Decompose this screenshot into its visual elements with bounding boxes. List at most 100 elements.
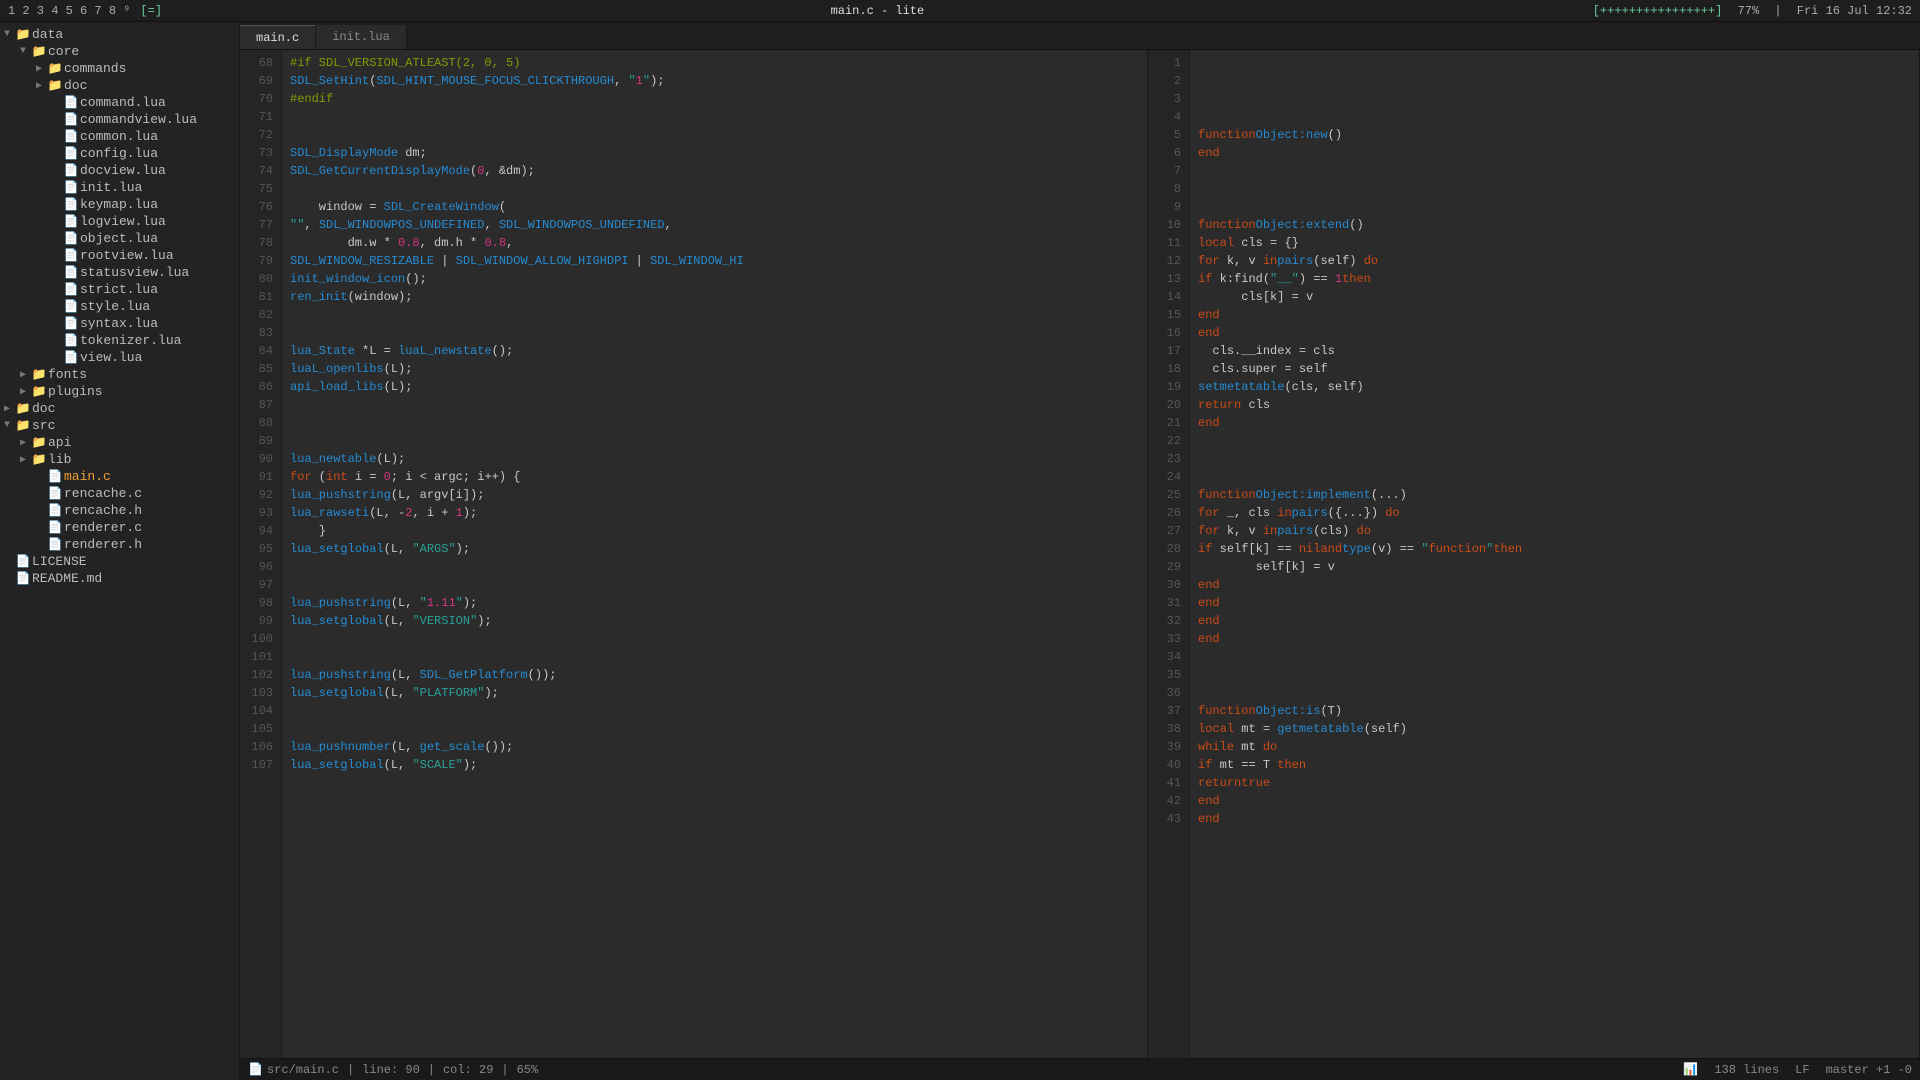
statusbar-sep2: | bbox=[428, 1063, 435, 1077]
code-line: dm.w * 0.8, dm.h * 0.8, bbox=[290, 234, 1139, 252]
line-number: 78 bbox=[244, 234, 273, 252]
code-line bbox=[1198, 162, 1911, 180]
folder-icon: 📁 bbox=[14, 418, 32, 433]
code-line: lua_setglobal(L, "PLATFORM"); bbox=[290, 684, 1139, 702]
line-number: 30 bbox=[1152, 576, 1181, 594]
code-line: end bbox=[1198, 324, 1911, 342]
file-icon: 📄 bbox=[62, 214, 80, 229]
sidebar-file-item[interactable]: 📄README.md bbox=[0, 570, 239, 587]
sidebar-folder-item[interactable]: ▼📁core bbox=[0, 43, 239, 60]
file-icon: 📄 bbox=[62, 180, 80, 195]
line-number: 19 bbox=[1152, 378, 1181, 396]
titlebar-progress: [++++++++++++++++] bbox=[1593, 4, 1723, 18]
code-line bbox=[290, 630, 1139, 648]
code-line: SDL_SetHint(SDL_HINT_MOUSE_FOCUS_CLICKTH… bbox=[290, 72, 1139, 90]
main-editor-pane: 6869707172737475767778798081828384858687… bbox=[240, 50, 1148, 1058]
code-line: end bbox=[1198, 414, 1911, 432]
code-line bbox=[1198, 684, 1911, 702]
sidebar-file-item[interactable]: 📄commandview.lua bbox=[0, 111, 239, 128]
sidebar-file-item[interactable]: 📄LICENSE bbox=[0, 553, 239, 570]
editor-tab[interactable]: init.lua bbox=[316, 25, 407, 49]
line-number: 28 bbox=[1152, 540, 1181, 558]
file-icon: 📄 bbox=[46, 537, 64, 552]
code-line bbox=[1198, 468, 1911, 486]
sidebar-folder-item[interactable]: ▶📁doc bbox=[0, 77, 239, 94]
folder-arrow: ▼ bbox=[0, 29, 14, 40]
statusbar-left: 📄 src/main.c | line: 90 | col: 29 | 65% bbox=[248, 1062, 538, 1077]
editor-tab[interactable]: main.c bbox=[240, 25, 316, 49]
tree-label: common.lua bbox=[80, 129, 239, 144]
code-line bbox=[290, 396, 1139, 414]
code-line: lua_pushnumber(L, get_scale()); bbox=[290, 738, 1139, 756]
line-number: 85 bbox=[244, 360, 273, 378]
sidebar-file-item[interactable]: 📄command.lua bbox=[0, 94, 239, 111]
line-number: 94 bbox=[244, 522, 273, 540]
sidebar-file-item[interactable]: 📄rencache.c bbox=[0, 485, 239, 502]
sidebar-file-item[interactable]: 📄tokenizer.lua bbox=[0, 332, 239, 349]
right-code-content[interactable]: function Object:new()endfunction Object:… bbox=[1190, 50, 1919, 1058]
file-icon: 📄 bbox=[46, 469, 64, 484]
code-line: init_window_icon(); bbox=[290, 270, 1139, 288]
sidebar-file-item[interactable]: 📄docview.lua bbox=[0, 162, 239, 179]
main-line-numbers: 6869707172737475767778798081828384858687… bbox=[240, 50, 282, 1058]
sidebar-file-item[interactable]: 📄common.lua bbox=[0, 128, 239, 145]
line-number: 6 bbox=[1152, 144, 1181, 162]
line-number: 91 bbox=[244, 468, 273, 486]
sidebar-file-item[interactable]: 📄rencache.h bbox=[0, 502, 239, 519]
code-line: lua_setglobal(L, "VERSION"); bbox=[290, 612, 1139, 630]
sidebar-folder-item[interactable]: ▼📁data bbox=[0, 26, 239, 43]
folder-icon: 📁 bbox=[14, 401, 32, 416]
sidebar-folder-item[interactable]: ▼📁src bbox=[0, 417, 239, 434]
sidebar-file-item[interactable]: 📄statusview.lua bbox=[0, 264, 239, 281]
line-number: 13 bbox=[1152, 270, 1181, 288]
titlebar-mode: [=] bbox=[140, 4, 162, 18]
file-tree[interactable]: ▼📁data▼📁core▶📁commands▶📁doc📄command.lua📄… bbox=[0, 22, 240, 1080]
line-number: 81 bbox=[244, 288, 273, 306]
right-editor-pane: 1234567891011121314151617181920212223242… bbox=[1148, 50, 1920, 1058]
sidebar-file-item[interactable]: 📄logview.lua bbox=[0, 213, 239, 230]
code-line: "", SDL_WINDOWPOS_UNDEFINED, SDL_WINDOWP… bbox=[290, 216, 1139, 234]
line-number: 14 bbox=[1152, 288, 1181, 306]
sidebar-file-item[interactable]: 📄keymap.lua bbox=[0, 196, 239, 213]
sidebar-folder-item[interactable]: ▶📁api bbox=[0, 434, 239, 451]
sidebar-folder-item[interactable]: ▶📁lib bbox=[0, 451, 239, 468]
line-number: 39 bbox=[1152, 738, 1181, 756]
titlebar-title: main.c - lite bbox=[831, 4, 925, 18]
code-line bbox=[290, 324, 1139, 342]
line-number: 79 bbox=[244, 252, 273, 270]
line-number: 106 bbox=[244, 738, 273, 756]
folder-icon: 📁 bbox=[30, 452, 48, 467]
sidebar-file-item[interactable]: 📄syntax.lua bbox=[0, 315, 239, 332]
sidebar-file-item[interactable]: 📄renderer.c bbox=[0, 519, 239, 536]
line-number: 70 bbox=[244, 90, 273, 108]
line-number: 35 bbox=[1152, 666, 1181, 684]
statusbar-zoom: 65% bbox=[517, 1063, 539, 1077]
sidebar-folder-item[interactable]: ▶📁commands bbox=[0, 60, 239, 77]
folder-icon: 📁 bbox=[30, 384, 48, 399]
line-number: 36 bbox=[1152, 684, 1181, 702]
code-line bbox=[290, 720, 1139, 738]
line-number: 9 bbox=[1152, 198, 1181, 216]
sidebar-folder-item[interactable]: ▶📁plugins bbox=[0, 383, 239, 400]
folder-arrow: ▼ bbox=[16, 46, 30, 57]
sidebar-file-item[interactable]: 📄config.lua bbox=[0, 145, 239, 162]
sidebar-file-item[interactable]: 📄renderer.h bbox=[0, 536, 239, 553]
code-line: self[k] = v bbox=[1198, 558, 1911, 576]
line-number: 105 bbox=[244, 720, 273, 738]
main-code-content[interactable]: #if SDL_VERSION_ATLEAST(2, 0, 5) SDL_Set… bbox=[282, 50, 1147, 1058]
code-line bbox=[290, 432, 1139, 450]
sidebar-file-item[interactable]: 📄style.lua bbox=[0, 298, 239, 315]
sidebar-file-item[interactable]: 📄main.c bbox=[0, 468, 239, 485]
sidebar-folder-item[interactable]: ▶📁fonts bbox=[0, 366, 239, 383]
sidebar-folder-item[interactable]: ▶📁doc bbox=[0, 400, 239, 417]
sidebar-file-item[interactable]: 📄rootview.lua bbox=[0, 247, 239, 264]
file-icon: 📄 bbox=[14, 571, 32, 586]
folder-arrow: ▶ bbox=[16, 369, 30, 381]
main-area: ▼📁data▼📁core▶📁commands▶📁doc📄command.lua📄… bbox=[0, 22, 1920, 1080]
sidebar-file-item[interactable]: 📄init.lua bbox=[0, 179, 239, 196]
line-number: 27 bbox=[1152, 522, 1181, 540]
sidebar-file-item[interactable]: 📄object.lua bbox=[0, 230, 239, 247]
sidebar-file-item[interactable]: 📄strict.lua bbox=[0, 281, 239, 298]
sidebar-file-item[interactable]: 📄view.lua bbox=[0, 349, 239, 366]
line-number: 76 bbox=[244, 198, 273, 216]
